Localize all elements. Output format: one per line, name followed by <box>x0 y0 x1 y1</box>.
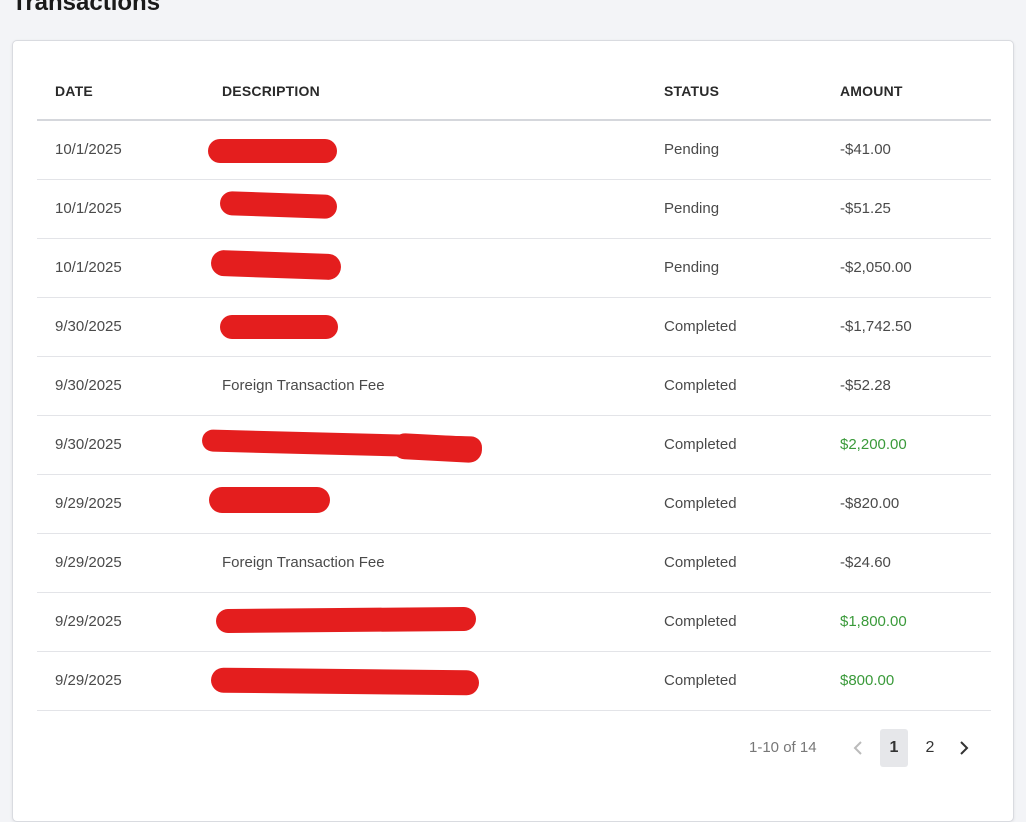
table-row[interactable]: 9/29/2025 Completed -$820.00 <box>37 475 991 534</box>
column-header-date: DATE <box>55 83 93 99</box>
row-date: 10/1/2025 <box>55 200 122 217</box>
row-date: 9/29/2025 <box>55 672 122 689</box>
transactions-card: DATE DESCRIPTION STATUS AMOUNT 10/1/2025… <box>12 40 1014 822</box>
row-date: 9/29/2025 <box>55 554 122 571</box>
row-amount: -$51.25 <box>840 200 891 217</box>
row-status: Completed <box>664 377 737 394</box>
row-amount: $1,800.00 <box>840 613 907 630</box>
row-amount: $800.00 <box>840 672 895 689</box>
redaction-mark <box>208 139 337 163</box>
column-header-amount: AMOUNT <box>840 83 903 99</box>
page-2-button[interactable]: 2 <box>919 729 941 767</box>
row-status: Completed <box>664 436 737 453</box>
row-status: Completed <box>664 672 737 689</box>
chevron-left-icon <box>853 741 862 755</box>
row-amount: -$820.00 <box>840 495 900 512</box>
row-date: 9/30/2025 <box>55 436 122 453</box>
page-title: Transactions <box>12 0 161 16</box>
redaction-mark <box>219 190 338 220</box>
pagination-range: 1-10 of 14 <box>749 739 817 756</box>
row-status: Completed <box>664 318 737 335</box>
previous-page-button[interactable] <box>847 729 869 767</box>
row-status: Completed <box>664 495 737 512</box>
redaction-mark <box>210 667 480 696</box>
table-row[interactable]: 10/1/2025 Pending -$41.00 <box>37 121 991 180</box>
row-date: 10/1/2025 <box>55 141 122 158</box>
page-1-button[interactable]: 1 <box>880 729 908 767</box>
column-header-status: STATUS <box>664 83 720 99</box>
row-status: Pending <box>664 200 720 217</box>
row-date: 9/29/2025 <box>55 495 122 512</box>
pagination: 1-10 of 14 1 2 <box>13 729 1013 769</box>
row-date: 9/30/2025 <box>55 377 122 394</box>
row-description: Foreign Transaction Fee <box>222 377 385 394</box>
chevron-right-icon <box>960 741 969 755</box>
transactions-table: DATE DESCRIPTION STATUS AMOUNT 10/1/2025… <box>37 41 991 711</box>
table-row[interactable]: 9/29/2025 Completed $800.00 <box>37 652 991 711</box>
next-page-button[interactable] <box>953 729 975 767</box>
row-status: Pending <box>664 141 720 158</box>
table-row[interactable]: 9/30/2025 Completed $2,200.00 <box>37 416 991 475</box>
redaction-mark <box>210 249 342 281</box>
table-row[interactable]: 9/29/2025 Foreign Transaction Fee Comple… <box>37 534 991 593</box>
row-amount: $2,200.00 <box>840 436 907 453</box>
row-amount: -$52.28 <box>840 377 891 394</box>
row-amount: -$24.60 <box>840 554 891 571</box>
row-status: Completed <box>664 613 737 630</box>
table-row[interactable]: 9/29/2025 Completed $1,800.00 <box>37 593 991 652</box>
row-date: 10/1/2025 <box>55 259 122 276</box>
row-status: Completed <box>664 554 737 571</box>
redaction-mark <box>215 606 477 634</box>
column-header-description: DESCRIPTION <box>222 83 320 99</box>
row-amount: -$1,742.50 <box>840 318 912 335</box>
row-description: Foreign Transaction Fee <box>222 554 385 571</box>
row-status: Pending <box>664 259 720 276</box>
row-date: 9/30/2025 <box>55 318 122 335</box>
table-row[interactable]: 9/30/2025 Foreign Transaction Fee Comple… <box>37 357 991 416</box>
table-row[interactable]: 10/1/2025 Pending -$2,050.00 <box>37 239 991 298</box>
redaction-mark <box>391 432 483 464</box>
row-date: 9/29/2025 <box>55 613 122 630</box>
redaction-mark <box>209 487 330 513</box>
row-amount: -$41.00 <box>840 141 891 158</box>
table-row[interactable]: 9/30/2025 Completed -$1,742.50 <box>37 298 991 357</box>
redaction-mark <box>220 315 338 339</box>
table-header: DATE DESCRIPTION STATUS AMOUNT <box>37 41 991 121</box>
row-amount: -$2,050.00 <box>840 259 912 276</box>
table-row[interactable]: 10/1/2025 Pending -$51.25 <box>37 180 991 239</box>
